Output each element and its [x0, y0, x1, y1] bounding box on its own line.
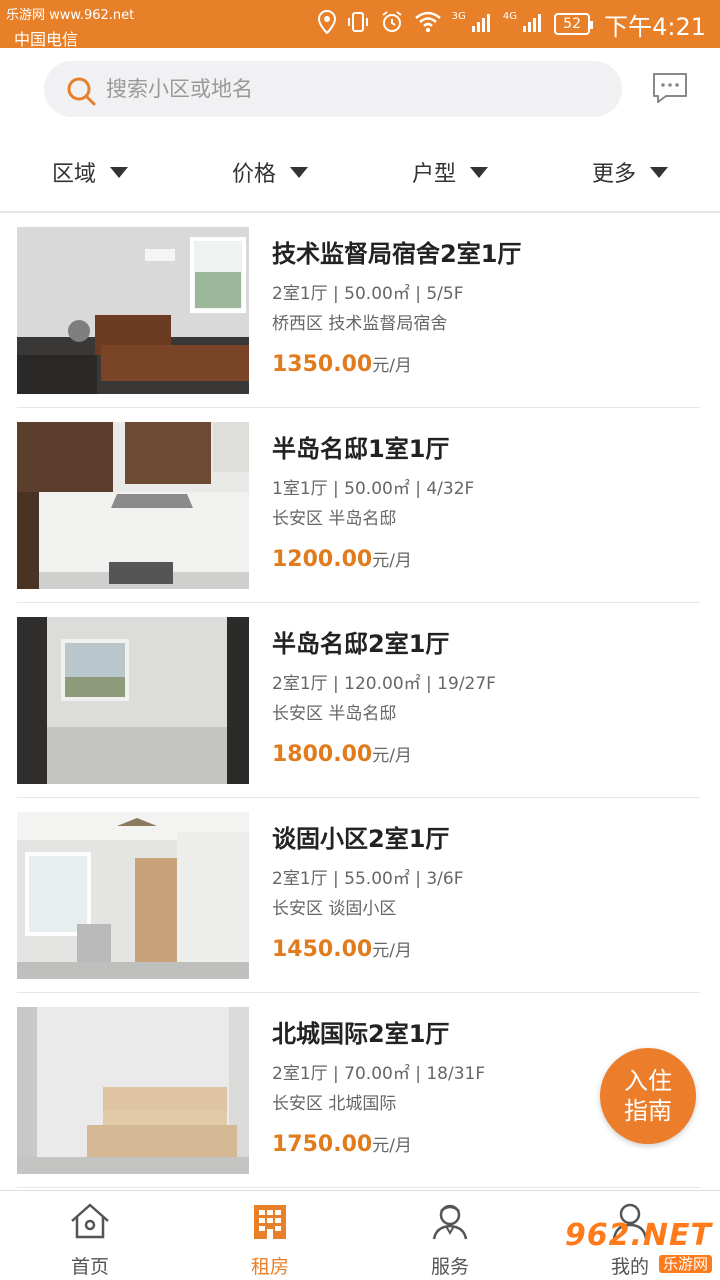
vibrate-icon: [346, 10, 370, 38]
nav-label: 首页: [70, 1256, 109, 1278]
listing-address: 桥西区 技术监督局宿舍: [272, 314, 448, 334]
listing-info: 半岛名邸1室1厅 1室1厅 | 50.00㎡ | 4/32F 长安区 半岛名邸 …: [272, 430, 700, 576]
filter-label: 区域: [51, 162, 96, 187]
clock: 下午4:21: [604, 12, 706, 41]
guide-label-line1: 入住: [624, 1067, 672, 1095]
listing-price-line: 1800.00元/月: [272, 739, 700, 771]
listing-title: 技术监督局宿舍2室1厅: [272, 240, 522, 268]
filter-label: 价格: [231, 162, 276, 187]
listing-info: 半岛名邸2室1厅 2室1厅 | 120.00㎡ | 19/27F 长安区 半岛名…: [272, 625, 700, 771]
site-watermark: 962.NET 乐游网: [565, 1218, 712, 1274]
guide-label-line2: 指南: [624, 1097, 672, 1125]
filter-region[interactable]: 区域: [0, 140, 180, 204]
price-unit: 元/月: [372, 746, 412, 766]
listing-price-line: 1200.00元/月: [272, 544, 700, 576]
search-icon: [66, 76, 96, 110]
caret-down-icon: [290, 166, 308, 178]
listing-price: 1800.00: [272, 742, 373, 767]
price-unit: 元/月: [372, 551, 412, 571]
home-icon: [68, 1201, 112, 1246]
location-icon: [317, 9, 336, 38]
app-screen: 乐游网 www.962.net 中国电信 3G 4G 52 下午4:21 搜索小…: [0, 0, 720, 1280]
battery-icon: 52: [554, 13, 594, 35]
listing-item[interactable]: 谈固小区2室1厅 2室1厅 | 55.00㎡ | 3/6F 长安区 谈固小区 1…: [0, 798, 720, 993]
listing-item[interactable]: 技术监督局宿舍2室1厅 2室1厅 | 50.00㎡ | 5/5F 桥西区 技术监…: [0, 213, 720, 408]
status-icons: 3G 4G 52 下午4:21: [317, 6, 706, 42]
listing-photo: [17, 617, 249, 784]
search-bar[interactable]: [44, 61, 622, 117]
listing-info: 技术监督局宿舍2室1厅 2室1厅 | 50.00㎡ | 5/5F 桥西区 技术监…: [272, 235, 700, 381]
watermark-logo-text: 962.NET: [564, 1218, 712, 1253]
listing-item[interactable]: 半岛名邸2室1厅 2室1厅 | 120.00㎡ | 19/27F 长安区 半岛名…: [0, 603, 720, 798]
price-unit: 元/月: [372, 1136, 412, 1156]
price-unit: 元/月: [372, 941, 412, 961]
listing-price: 1750.00: [272, 1132, 373, 1157]
signal-3g-icon: 3G: [452, 11, 493, 37]
caret-down-icon: [650, 166, 668, 178]
listing-address: 长安区 谈固小区: [272, 899, 397, 919]
listing-specs: 2室1厅 | 50.00㎡ | 5/5F: [272, 284, 464, 304]
service-person-icon: [428, 1201, 472, 1246]
listing-price: 1200.00: [272, 547, 373, 572]
filter-more[interactable]: 更多: [540, 140, 720, 204]
listing-photo: [17, 227, 249, 394]
filter-label: 更多: [591, 162, 636, 187]
listing-address: 长安区 半岛名邸: [272, 704, 397, 724]
listing-title: 半岛名邸1室1厅: [272, 435, 450, 463]
search-input[interactable]: [106, 61, 606, 117]
listing-title: 半岛名邸2室1厅: [272, 630, 450, 658]
message-icon[interactable]: [652, 72, 688, 108]
caret-down-icon: [110, 166, 128, 178]
listing-photo: [17, 1007, 249, 1174]
wifi-icon: [414, 10, 442, 38]
listing-title: 北城国际2室1厅: [272, 1020, 450, 1048]
building-icon: [248, 1201, 292, 1246]
status-bar: 乐游网 www.962.net 中国电信 3G 4G 52 下午4:21: [0, 0, 720, 49]
alarm-icon: [380, 10, 404, 38]
listing-specs: 2室1厅 | 120.00㎡ | 19/27F: [272, 674, 496, 694]
listing-price: 1450.00: [272, 937, 373, 962]
listing-price: 1350.00: [272, 352, 373, 377]
caret-down-icon: [470, 166, 488, 178]
nav-home[interactable]: 首页: [0, 1191, 180, 1280]
listing-list: 技术监督局宿舍2室1厅 2室1厅 | 50.00㎡ | 5/5F 桥西区 技术监…: [0, 213, 720, 1188]
listing-address: 长安区 半岛名邸: [272, 509, 397, 529]
filter-bar: 区域 价格 户型 更多: [0, 140, 720, 204]
nav-label: 服务: [430, 1256, 469, 1278]
nav-label: 租房: [250, 1256, 289, 1278]
filter-price[interactable]: 价格: [180, 140, 360, 204]
nav-service[interactable]: 服务: [360, 1191, 540, 1280]
listing-item[interactable]: 半岛名邸1室1厅 1室1厅 | 50.00㎡ | 4/32F 长安区 半岛名邸 …: [0, 408, 720, 603]
listing-photo: [17, 422, 249, 589]
watermark-sub-text: 乐游网: [658, 1255, 712, 1273]
price-unit: 元/月: [372, 356, 412, 376]
listing-title: 谈固小区2室1厅: [272, 825, 450, 853]
listing-photo: [17, 812, 249, 979]
move-in-guide-button[interactable]: 入住 指南: [600, 1048, 696, 1144]
network-4g-label: 4G: [502, 11, 517, 22]
listing-specs: 1室1厅 | 50.00㎡ | 4/32F: [272, 479, 475, 499]
listing-specs: 2室1厅 | 55.00㎡ | 3/6F: [272, 869, 464, 889]
nav-rent[interactable]: 租房: [180, 1191, 360, 1280]
filter-layout[interactable]: 户型: [360, 140, 540, 204]
listing-price-line: 1450.00元/月: [272, 934, 700, 966]
carrier-name: 中国电信: [14, 30, 79, 49]
listing-info: 谈固小区2室1厅 2室1厅 | 55.00㎡ | 3/6F 长安区 谈固小区 1…: [272, 820, 700, 966]
listing-price-line: 1350.00元/月: [272, 349, 700, 381]
filter-label: 户型: [411, 162, 456, 187]
watermark-text: 乐游网 www.962.net: [6, 8, 135, 23]
network-3g-label: 3G: [451, 11, 466, 22]
signal-4g-icon: 4G: [503, 11, 544, 37]
